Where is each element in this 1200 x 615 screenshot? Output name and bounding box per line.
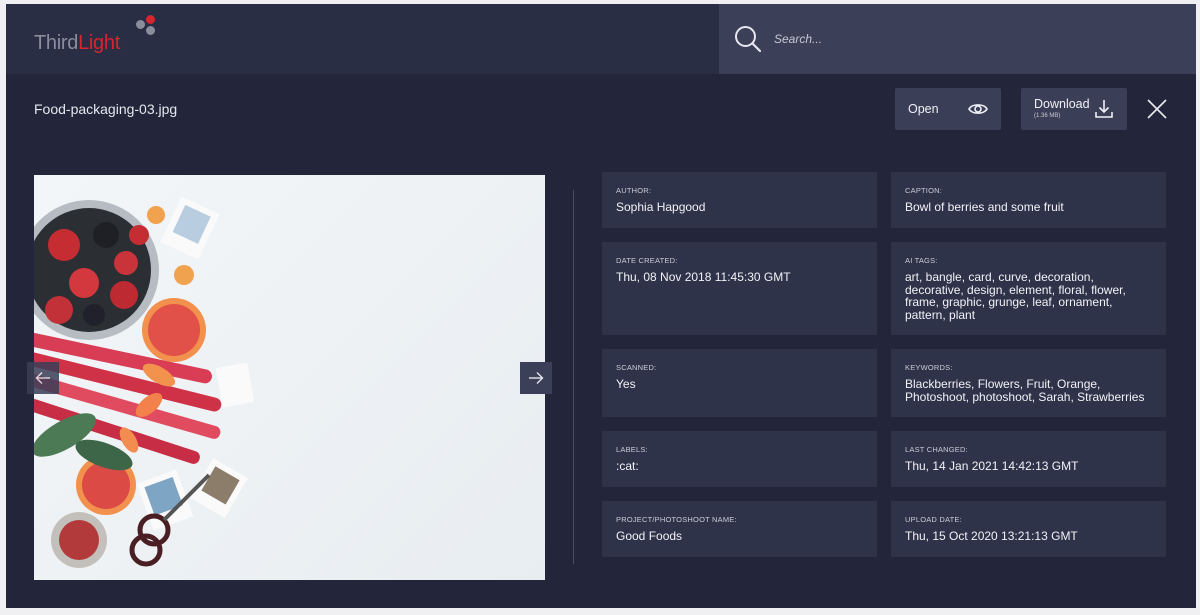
metadata-card-project: PROJECT/PHOTOSHOOT NAME: Good Foods: [602, 501, 877, 557]
open-button-label: Open: [908, 102, 939, 116]
card-value: Sophia Hapgood: [616, 200, 706, 214]
logo-dots-icon: [136, 15, 160, 44]
previous-image-button[interactable]: [27, 362, 59, 394]
metadata-card-scanned: SCANNED: Yes: [602, 349, 877, 417]
card-label: KEYWORDS:: [905, 363, 953, 372]
arrow-right-icon: [529, 372, 544, 384]
metadata-card-caption: CAPTION: Bowl of berries and some fruit: [891, 172, 1166, 228]
card-label: AUTHOR:: [616, 186, 652, 195]
card-label: UPLOAD DATE:: [905, 515, 962, 524]
card-value: Thu, 15 Oct 2020 13:21:13 GMT: [905, 529, 1078, 543]
file-title: Food-packaging-03.jpg: [34, 101, 178, 117]
eye-icon: [968, 104, 988, 114]
card-label: AI TAGS:: [905, 256, 938, 265]
card-label: DATE CREATED:: [616, 256, 678, 265]
metadata-card-author: AUTHOR: Sophia Hapgood: [602, 172, 877, 228]
metadata-card-last-changed: LAST CHANGED: Thu, 14 Jan 2021 14:42:13 …: [891, 431, 1166, 487]
card-value: Bowl of berries and some fruit: [905, 200, 1064, 214]
card-value: Yes: [616, 377, 636, 391]
metadata-card-upload-date: UPLOAD DATE: Thu, 15 Oct 2020 13:21:13 G…: [891, 501, 1166, 557]
arrow-left-icon: [35, 372, 50, 384]
metadata-card-date-created: DATE CREATED: Thu, 08 Nov 2018 11:45:30 …: [602, 242, 877, 335]
download-icon: [1095, 100, 1113, 118]
card-value: Thu, 08 Nov 2018 11:45:30 GMT: [616, 270, 791, 284]
food-photo: [34, 196, 255, 568]
logo-word-light: Light: [78, 32, 120, 54]
card-value: art, bangle, card, curve, decoration, de…: [905, 270, 1126, 322]
search-icon[interactable]: [733, 24, 763, 54]
card-value: Blackberries, Flowers, Fruit, Orange, Ph…: [905, 377, 1145, 404]
metadata-card-labels: LABELS: :cat:: [602, 431, 877, 487]
search-input[interactable]: [774, 27, 1154, 51]
image-preview[interactable]: [34, 175, 545, 580]
open-button[interactable]: Open: [895, 88, 1001, 130]
close-icon[interactable]: [1145, 97, 1169, 121]
card-value: Good Foods: [616, 529, 683, 543]
card-label: SCANNED:: [616, 363, 657, 372]
card-label: CAPTION:: [905, 186, 943, 195]
top-bar: ThirdLight: [6, 4, 1196, 74]
card-label: PROJECT/PHOTOSHOOT NAME:: [616, 515, 737, 524]
download-button[interactable]: Download (1.36 MB): [1021, 88, 1127, 130]
search-bar[interactable]: [719, 4, 1196, 74]
card-label: LABELS:: [616, 445, 648, 454]
card-value: :cat:: [616, 459, 639, 473]
card-value: Thu, 14 Jan 2021 14:42:13 GMT: [905, 459, 1079, 473]
logo-word-third: Third: [34, 32, 79, 54]
next-image-button[interactable]: [520, 362, 552, 394]
metadata-card-keywords: KEYWORDS: Blackberries, Flowers, Fruit, …: [891, 349, 1166, 417]
download-file-size: (1.36 MB): [1034, 113, 1061, 119]
download-button-label: Download: [1034, 97, 1090, 111]
panel-divider: [573, 190, 574, 564]
card-label: LAST CHANGED:: [905, 445, 968, 454]
metadata-card-ai-tags: AI TAGS: art, bangle, card, curve, decor…: [891, 242, 1166, 335]
asset-viewer: ThirdLight Food-packaging-03.jpg Open Do…: [6, 4, 1196, 608]
